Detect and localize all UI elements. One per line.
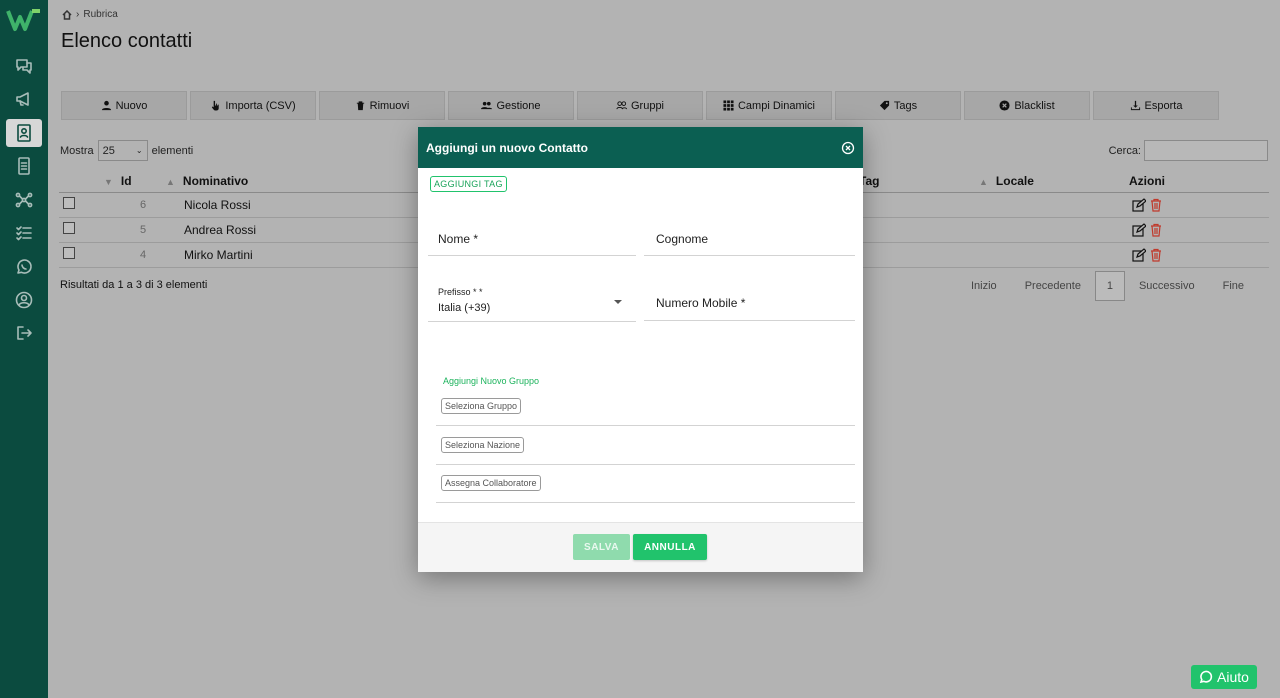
toolbar: Nuovo Importa (CSV) Rimuovi Gestione Gru… xyxy=(61,91,1219,120)
management-button[interactable]: Gestione xyxy=(448,91,574,120)
tag-icon xyxy=(879,100,889,111)
page-size-select[interactable]: 25 ⌄ xyxy=(97,140,148,161)
export-button[interactable]: Esporta xyxy=(1093,91,1219,120)
blacklist-button[interactable]: Blacklist xyxy=(964,91,1090,120)
logout-icon[interactable] xyxy=(6,319,42,347)
checklist-icon[interactable] xyxy=(6,219,42,247)
row-id: 6 xyxy=(104,192,184,218)
search-control: Cerca: xyxy=(1109,140,1268,161)
assign-collaborator-chip[interactable]: Assegna Collaboratore xyxy=(441,475,541,491)
row-id: 4 xyxy=(104,242,184,268)
chevron-down-icon: ⌄ xyxy=(135,146,143,155)
user-icon xyxy=(101,100,111,111)
address-book-icon[interactable] xyxy=(6,119,42,147)
new-contact-button[interactable]: Nuovo xyxy=(61,91,187,120)
pager-last[interactable]: Fine xyxy=(1209,280,1258,292)
pager-current[interactable]: 1 xyxy=(1094,271,1125,301)
cancel-button[interactable]: ANNULLA xyxy=(633,534,707,560)
sort-desc-icon: ▼ xyxy=(104,176,113,187)
select-group-chip[interactable]: Seleziona Gruppo xyxy=(441,398,522,414)
hand-pointer-icon xyxy=(212,100,220,111)
megaphone-icon[interactable] xyxy=(6,85,42,113)
flow-icon[interactable] xyxy=(6,186,42,214)
users-icon xyxy=(481,101,493,110)
select-all-header xyxy=(59,170,104,193)
modal-footer: SALVA ANNULLA xyxy=(418,522,863,572)
pager-first[interactable]: Inizio xyxy=(957,280,1011,292)
chat-icon[interactable] xyxy=(6,52,42,80)
download-icon xyxy=(1130,100,1140,111)
trash-icon xyxy=(356,101,364,111)
add-tag-button[interactable]: AGGIUNGI TAG xyxy=(430,176,507,192)
grid-icon xyxy=(723,100,734,111)
trash-icon[interactable] xyxy=(1149,223,1163,237)
users-outline-icon xyxy=(616,101,627,110)
save-button[interactable]: SALVA xyxy=(573,534,630,560)
edit-icon[interactable] xyxy=(1132,247,1146,262)
page-size-control: Mostra 25 ⌄ elementi xyxy=(60,140,193,161)
breadcrumb: › Rubrica xyxy=(62,9,118,20)
sort-icon: ▲ xyxy=(166,176,175,187)
prefix-select[interactable] xyxy=(428,277,636,322)
whatsapp-icon[interactable] xyxy=(6,253,42,281)
modal-header: Aggiungi un nuovo Contatto xyxy=(418,127,863,168)
dynamic-fields-button[interactable]: Campi Dinamici xyxy=(706,91,832,120)
remove-button[interactable]: Rimuovi xyxy=(319,91,445,120)
row-checkbox[interactable] xyxy=(63,222,75,234)
row-checkbox[interactable] xyxy=(63,197,75,209)
modal-title: Aggiungi un nuovo Contatto xyxy=(426,140,588,155)
edit-icon[interactable] xyxy=(1132,222,1146,237)
help-button[interactable]: Aiuto xyxy=(1191,665,1257,689)
first-name-label: Nome * xyxy=(438,232,479,246)
trash-icon[interactable] xyxy=(1149,248,1163,262)
results-summary: Risultati da 1 a 3 di 3 elementi xyxy=(60,279,208,291)
sidebar xyxy=(0,0,48,698)
row-checkbox[interactable] xyxy=(63,247,75,259)
logo-icon[interactable] xyxy=(6,6,42,34)
last-name-label: Cognome xyxy=(656,232,709,246)
select-nation-chip[interactable]: Seleziona Nazione xyxy=(441,437,525,453)
dropdown-caret-icon xyxy=(614,300,622,304)
sort-icon: ▲ xyxy=(979,176,988,187)
column-locale[interactable]: ▲ Locale xyxy=(979,170,1129,193)
groups-button[interactable]: Gruppi xyxy=(577,91,703,120)
home-icon[interactable] xyxy=(62,9,72,20)
document-icon[interactable] xyxy=(6,152,42,180)
pagination: Inizio Precedente 1 Successivo Fine xyxy=(957,271,1258,301)
breadcrumb-separator: › xyxy=(76,9,80,20)
prefix-label: Prefisso * * xyxy=(438,287,483,297)
row-id: 5 xyxy=(104,217,184,243)
mobile-number-label: Numero Mobile * xyxy=(656,296,746,310)
column-tag[interactable]: Tag xyxy=(859,170,979,193)
add-contact-modal: Aggiungi un nuovo Contatto AGGIUNGI TAG … xyxy=(418,127,863,572)
search-input[interactable] xyxy=(1144,140,1268,161)
trash-icon[interactable] xyxy=(1149,198,1163,212)
prefix-value: Italia (+39) xyxy=(438,302,491,314)
pager-next[interactable]: Successivo xyxy=(1125,280,1209,292)
breadcrumb-current: Rubrica xyxy=(83,9,118,20)
edit-icon[interactable] xyxy=(1132,197,1146,212)
close-icon[interactable] xyxy=(841,141,855,155)
x-circle-icon xyxy=(999,100,1010,111)
pager-prev[interactable]: Precedente xyxy=(1011,280,1095,292)
whatsapp-icon xyxy=(1199,670,1213,684)
column-actions: Azioni xyxy=(1129,170,1269,193)
account-icon[interactable] xyxy=(6,286,42,314)
tags-button[interactable]: Tags xyxy=(835,91,961,120)
page-title: Elenco contatti xyxy=(61,30,193,52)
add-group-link[interactable]: Aggiungi Nuovo Gruppo xyxy=(443,376,539,386)
import-csv-button[interactable]: Importa (CSV) xyxy=(190,91,316,120)
